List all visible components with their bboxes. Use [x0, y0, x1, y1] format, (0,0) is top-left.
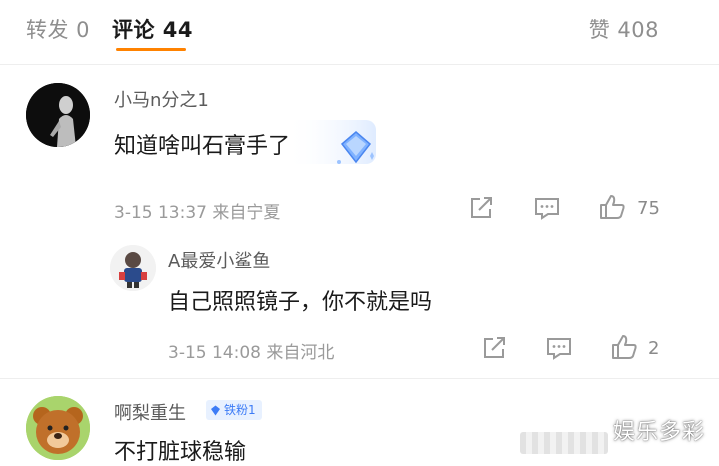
fan-badge-label: 铁粉1 — [224, 403, 256, 417]
share-icon[interactable] — [481, 336, 507, 364]
comment-icon[interactable] — [545, 336, 573, 364]
comment-text: 不打脏球稳输 — [114, 440, 247, 465]
reply-meta: 3-15 14:08 来自河北 — [168, 343, 335, 363]
divider — [0, 64, 719, 65]
blurred-area — [520, 432, 608, 454]
tab-repost[interactable]: 转发 0 — [26, 14, 90, 44]
reply-text: 自己照照镜子，你不就是吗 — [168, 290, 433, 315]
tab-likes[interactable]: 赞 408 — [589, 14, 659, 44]
reply-username[interactable]: A最爱小鲨鱼 — [168, 247, 270, 273]
comment-username[interactable]: 小马n分之1 — [114, 86, 209, 112]
like-icon[interactable] — [610, 334, 638, 364]
avatar[interactable] — [110, 245, 156, 291]
diamond-sticker-icon — [286, 118, 376, 178]
like-count: 2 — [648, 338, 660, 359]
like-icon[interactable] — [598, 194, 626, 224]
like-count: 75 — [637, 198, 660, 219]
fan-badge: 铁粉1 — [206, 400, 262, 420]
active-tab-indicator — [116, 48, 186, 51]
divider — [0, 378, 719, 379]
tab-bar: 转发 0 评论 44 赞 408 — [0, 0, 719, 58]
avatar[interactable] — [26, 83, 90, 147]
watermark: 娱乐多彩 — [612, 420, 705, 445]
comment-meta: 3-15 13:37 来自宁夏 — [114, 203, 281, 223]
comment-icon[interactable] — [533, 196, 561, 224]
diamond-icon — [210, 402, 221, 422]
avatar[interactable] — [26, 396, 90, 460]
tab-comments[interactable]: 评论 44 — [112, 14, 193, 44]
comment-text: 知道啥叫石膏手了 — [114, 134, 291, 159]
share-icon[interactable] — [468, 196, 494, 224]
comment-username[interactable]: 啊梨重生 — [114, 399, 186, 425]
